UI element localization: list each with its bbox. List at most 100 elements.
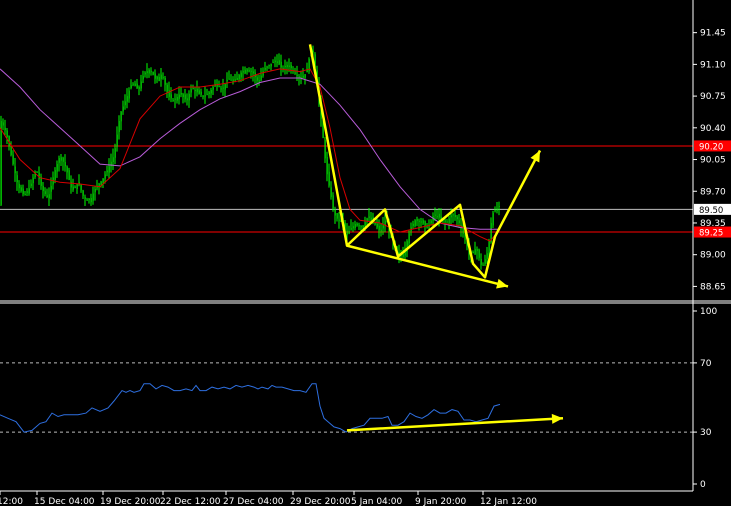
candle-body [220, 88, 222, 90]
candle-body [212, 87, 214, 90]
candle-body [420, 221, 422, 223]
candle-body [148, 69, 150, 74]
candle-body [142, 76, 144, 80]
candle-body [248, 70, 250, 72]
candle-body [48, 194, 50, 199]
candle-body [450, 215, 452, 218]
candle-body [376, 223, 378, 228]
candle-body [108, 166, 110, 173]
time-tick-label: 22 Dec 12:00 [160, 497, 221, 506]
candle-body [130, 85, 132, 88]
level-tag-0: 90.20 [699, 142, 723, 152]
candle-body [296, 74, 298, 76]
candle-body [270, 63, 272, 67]
candle-body [266, 66, 268, 68]
candle-body [56, 164, 58, 172]
candle-body [434, 214, 436, 216]
candle-body [268, 65, 270, 67]
candle-body [126, 96, 128, 102]
candle-body [352, 226, 354, 229]
candle-body [324, 140, 326, 159]
candle-body [140, 81, 142, 89]
candle-body [294, 72, 296, 74]
candle-body [12, 154, 14, 165]
time-tick-label: 15 Dec 04:00 [34, 497, 95, 506]
candle-body [370, 217, 372, 220]
candle-body [334, 209, 336, 216]
candle-body [274, 60, 276, 63]
candle-body [298, 76, 300, 78]
candle-body [90, 198, 92, 203]
price-tick-label: 90.40 [700, 124, 726, 134]
price-tick-label: 91.45 [700, 29, 726, 39]
candle-body [332, 195, 334, 209]
candle-body [276, 61, 278, 64]
candle-body [60, 157, 62, 161]
price-tick-label: 88.65 [700, 282, 726, 292]
candle-body [382, 225, 384, 229]
candle-body [196, 88, 198, 93]
candle-body [164, 78, 166, 85]
time-tick-label: 12:00 [0, 497, 23, 506]
candle-body [304, 74, 306, 78]
candle-body [122, 106, 124, 112]
candle-body [178, 94, 180, 99]
candle-body [184, 94, 186, 100]
candle-body [26, 191, 28, 193]
candle-body [32, 177, 34, 184]
candle-body [42, 185, 44, 191]
candle-body [182, 94, 184, 97]
candle-body [418, 220, 420, 222]
candle-body [198, 90, 200, 94]
candle-body [156, 76, 158, 80]
candle-body [378, 225, 380, 231]
candle-body [238, 74, 240, 80]
candle-body [46, 195, 48, 197]
price-tick-label: 91.10 [700, 60, 726, 70]
candle-body [84, 197, 86, 199]
candle-body [82, 190, 84, 196]
candle-body [168, 90, 170, 97]
candle-body [262, 71, 264, 76]
candle-body [72, 186, 74, 190]
candle-body [482, 264, 484, 266]
candle-body [438, 213, 440, 218]
candle-body [170, 94, 172, 99]
candle-body [422, 220, 424, 224]
candle-body [28, 188, 30, 194]
candle-body [124, 101, 126, 106]
candle-body [424, 221, 426, 226]
candle-body [160, 74, 162, 80]
candle-body [448, 218, 450, 224]
time-tick-label: 27 Dec 04:00 [223, 497, 284, 506]
price-tick-label: 90.75 [700, 92, 726, 102]
candle-body [88, 198, 90, 201]
candle-body [30, 183, 32, 187]
candle-body [106, 170, 108, 173]
candle-body [152, 71, 154, 75]
candle-body [462, 228, 464, 234]
oscillator-tick-label: 100 [700, 307, 717, 317]
candle-body [242, 71, 244, 73]
candle-body [328, 171, 330, 186]
candle-body [336, 213, 338, 219]
candle-body [188, 93, 190, 101]
candle-body [110, 161, 112, 167]
candle-body [206, 93, 208, 95]
price-tick-label: 89.00 [700, 251, 726, 261]
candle-body [208, 92, 210, 95]
candle-body [354, 224, 356, 229]
candle-body [6, 130, 8, 137]
candle-body [474, 248, 476, 255]
candle-body [246, 69, 248, 72]
candle-body [498, 205, 500, 207]
candle-body [252, 71, 254, 74]
candle-body [200, 91, 202, 95]
candle-body [64, 162, 66, 167]
candle-body [194, 90, 196, 92]
candle-body [338, 219, 340, 221]
candle-body [136, 83, 138, 89]
candle-body [154, 73, 156, 79]
candle-body [358, 225, 360, 227]
price-tick-label: 89.70 [700, 187, 726, 197]
